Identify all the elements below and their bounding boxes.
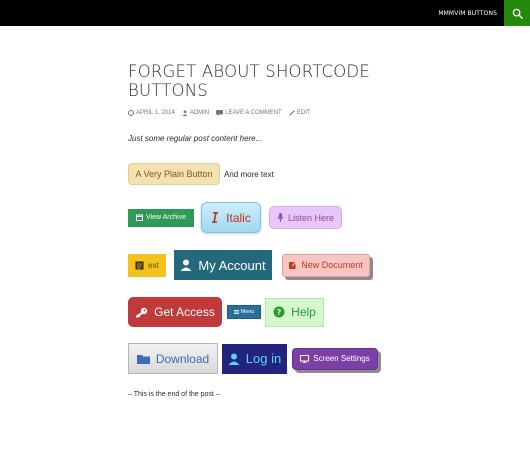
folder-icon <box>136 354 150 364</box>
italic-icon <box>211 212 219 223</box>
italic-label: Italic <box>226 210 251 225</box>
search-button[interactable] <box>504 0 530 26</box>
post-lead-text: Just some regular post content here... <box>128 134 263 143</box>
meta-date-label: APRIL 1, 2014 <box>136 110 175 116</box>
meta-comment[interactable]: LEAVE A COMMENT <box>216 110 282 116</box>
clock-icon <box>128 110 134 116</box>
post-title: FORGET ABOUT SHORTCODE BUTTONS <box>128 62 370 100</box>
meta-comment-label: LEAVE A COMMENT <box>225 110 282 116</box>
svg-text:?: ? <box>277 308 282 317</box>
download-label: Download <box>155 351 210 366</box>
meta-author-label: ADMIN <box>189 110 210 116</box>
key-icon <box>135 307 148 318</box>
help-label: Help <box>291 305 316 319</box>
login-label: Log in <box>245 351 282 366</box>
ext-button[interactable]: ext <box>128 253 166 277</box>
search-icon <box>512 8 523 19</box>
meta-date[interactable]: APRIL 1, 2014 <box>128 110 175 116</box>
menu-button[interactable]: Menu <box>227 305 261 319</box>
monitor-icon <box>300 354 310 363</box>
help-button[interactable]: ? Help <box>265 297 324 327</box>
archive-icon <box>136 214 144 221</box>
user-icon <box>180 259 192 271</box>
meta-author[interactable]: ADMIN <box>182 110 209 116</box>
italic-button[interactable]: Italic <box>201 202 261 233</box>
get-access-label: Get Access <box>154 305 215 319</box>
meta-edit-label: EDIT <box>296 110 311 116</box>
download-button[interactable]: Download <box>128 343 218 374</box>
new-document-label: New Document <box>301 260 363 270</box>
my-account-label: My Account <box>198 257 266 273</box>
button-row-5: Download Log in Screen Settings <box>128 343 378 374</box>
my-account-button[interactable]: My Account <box>174 250 272 280</box>
button-row-4: Get Access Menu ? Help <box>128 297 324 327</box>
view-archive-button[interactable]: View Archive <box>128 208 194 227</box>
edit-document-icon <box>289 261 298 269</box>
button-row-1: A Very Plain Button And more text <box>128 163 274 185</box>
top-bar: MMMVIM BUTTONS <box>0 0 530 26</box>
meta-edit[interactable]: EDIT <box>288 110 311 116</box>
site-nav: MMMVIM BUTTONS <box>438 0 497 26</box>
microphone-icon <box>277 213 284 222</box>
listen-here-label: Listen Here <box>287 212 335 223</box>
question-circle-icon: ? <box>273 306 285 318</box>
listen-here-button[interactable]: Listen Here <box>269 206 342 229</box>
pencil-icon <box>288 110 295 116</box>
user-icon <box>228 353 240 365</box>
nav-link[interactable]: MMMVIM BUTTONS <box>438 10 497 17</box>
view-archive-label: View Archive <box>146 214 186 221</box>
document-icon <box>135 261 144 270</box>
ext-label: ext <box>148 260 159 270</box>
button-row-2: View Archive Italic Listen Here <box>128 202 342 233</box>
screen-settings-button[interactable]: Screen Settings <box>292 347 378 370</box>
screen-settings-label: Screen Settings <box>313 354 370 363</box>
get-access-button[interactable]: Get Access <box>128 297 222 327</box>
comment-icon <box>216 110 224 116</box>
post-end-text: – This is the end of the post – <box>128 391 220 398</box>
post-meta: APRIL 1, 2014 ADMIN LEAVE A COMMENT EDIT <box>128 110 418 116</box>
post-content: FORGET ABOUT SHORTCODE BUTTONS APRIL 1, … <box>128 62 418 143</box>
list-icon <box>233 310 239 314</box>
more-text: And more text <box>224 169 274 179</box>
menu-label: Menu <box>240 309 255 315</box>
new-document-button[interactable]: New Document <box>282 253 370 277</box>
button-row-3: ext My Account New Document <box>128 250 370 280</box>
plain-button[interactable]: A Very Plain Button <box>128 163 220 185</box>
login-button[interactable]: Log in <box>222 343 287 374</box>
user-icon <box>182 110 188 116</box>
